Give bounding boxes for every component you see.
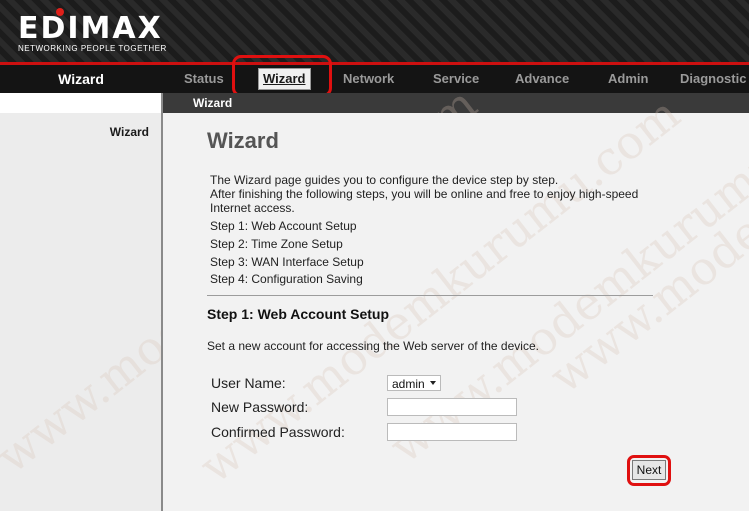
new-password-label: New Password: bbox=[211, 399, 309, 415]
nav-tab-diagnostic[interactable]: Diagnostic bbox=[680, 65, 746, 93]
header-banner: EDIMAX NETWORKING PEOPLE TOGETHER bbox=[0, 0, 749, 62]
brand-tagline: NETWORKING PEOPLE TOGETHER bbox=[18, 44, 167, 53]
page-title: Wizard bbox=[207, 128, 279, 153]
main-panel: www.modemkurumu.com www.modemkurumu.com … bbox=[163, 0, 749, 511]
confirm-password-field[interactable] bbox=[387, 423, 517, 441]
intro-line: The Wizard page guides you to configure … bbox=[210, 173, 559, 187]
username-label: User Name: bbox=[211, 375, 286, 391]
sub-nav-item-wizard[interactable]: Wizard bbox=[193, 93, 232, 113]
nav-tab-advance[interactable]: Advance bbox=[515, 65, 569, 93]
nav-tab-status[interactable]: Status bbox=[184, 65, 224, 93]
edimax-logo: EDIMAX bbox=[18, 11, 163, 46]
step-item: Step 1: Web Account Setup bbox=[210, 219, 357, 233]
username-select[interactable]: admin bbox=[387, 375, 441, 391]
chevron-down-icon bbox=[430, 381, 436, 385]
step-item: Step 4: Configuration Saving bbox=[210, 272, 363, 286]
intro-text: The Wizard page guides you to configure … bbox=[210, 173, 680, 215]
intro-line: After finishing the following steps, you… bbox=[210, 187, 639, 215]
sidebar-item-wizard[interactable]: Wizard bbox=[110, 125, 149, 139]
nav-tab-service[interactable]: Service bbox=[433, 65, 479, 93]
main-nav: Wizard Status Wizard Network Service Adv… bbox=[0, 65, 749, 93]
section-description: Set a new account for accessing the Web … bbox=[207, 339, 539, 353]
nav-section-label: Wizard bbox=[58, 71, 104, 87]
sidebar: www.modemkurumu.com Wizard bbox=[0, 76, 487, 511]
username-select-value: admin bbox=[392, 377, 425, 391]
nav-tab-network[interactable]: Network bbox=[343, 65, 394, 93]
sub-nav-bar: Wizard bbox=[0, 93, 749, 113]
new-password-field[interactable] bbox=[387, 398, 517, 416]
next-button[interactable]: Next bbox=[632, 460, 666, 480]
confirm-password-label: Confirmed Password: bbox=[211, 424, 345, 440]
sub-nav-right: Wizard bbox=[163, 93, 749, 113]
wizard-tab-highlight bbox=[232, 55, 332, 97]
section-divider bbox=[207, 295, 653, 296]
nav-tab-admin[interactable]: Admin bbox=[608, 65, 648, 93]
step-item: Step 3: WAN Interface Setup bbox=[210, 255, 364, 269]
section-title: Step 1: Web Account Setup bbox=[207, 306, 390, 322]
logo-dot-icon bbox=[56, 8, 64, 16]
step-item: Step 2: Time Zone Setup bbox=[210, 237, 343, 251]
sub-nav-left bbox=[0, 93, 161, 113]
